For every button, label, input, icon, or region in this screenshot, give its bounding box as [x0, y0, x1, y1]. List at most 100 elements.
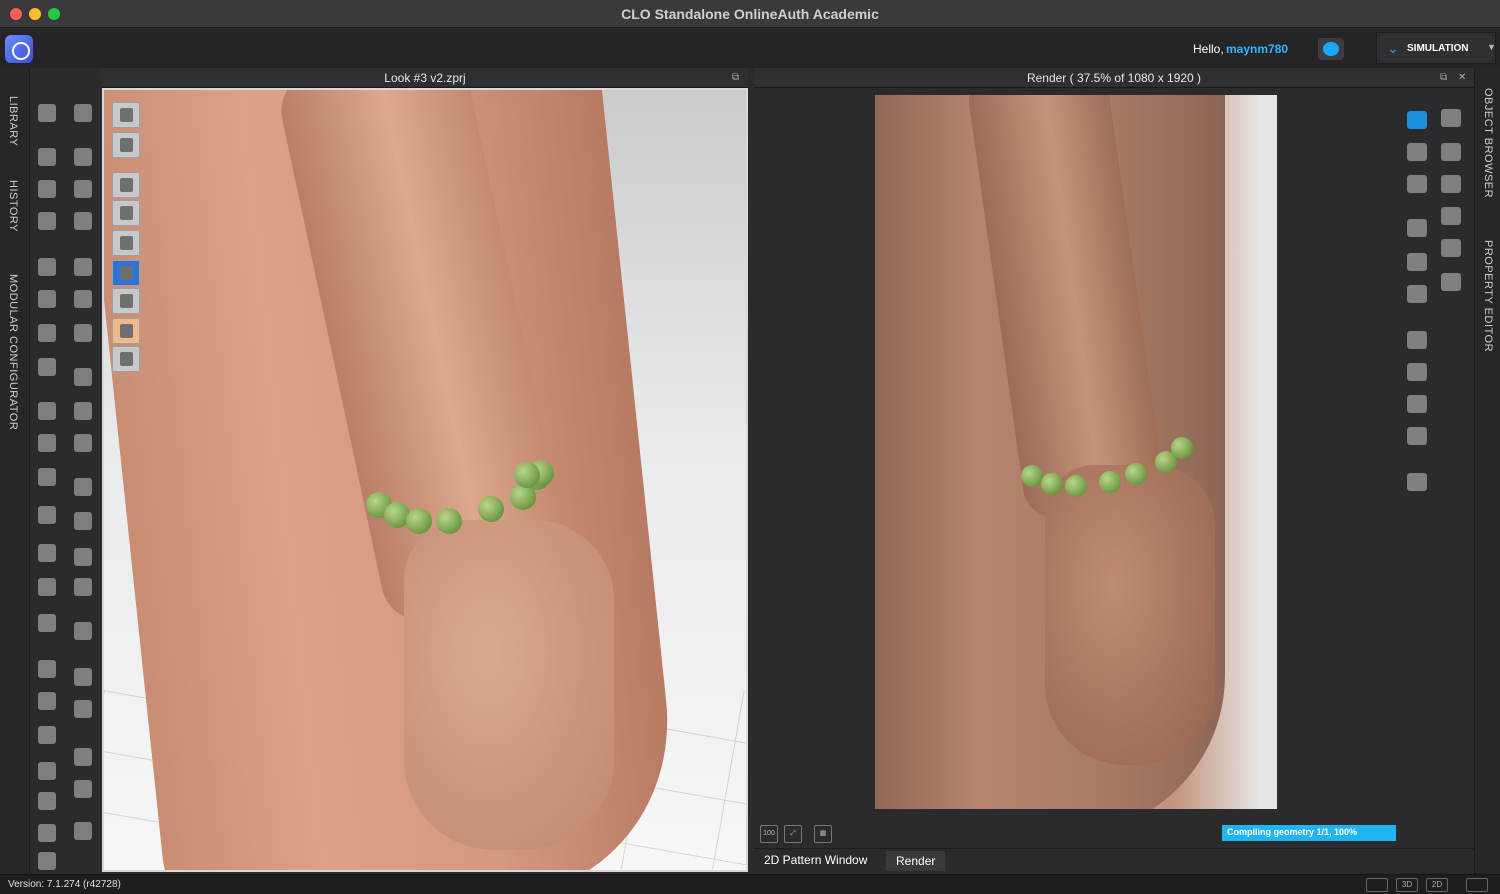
patch-icon[interactable] — [70, 320, 96, 346]
bracelet-bead — [1125, 463, 1147, 485]
select-mesh-icon[interactable] — [70, 144, 96, 170]
render-style-icon[interactable] — [112, 260, 140, 286]
avatar-pose-icon[interactable] — [70, 100, 96, 126]
simulation-down-icon[interactable] — [34, 100, 60, 126]
shade-icon[interactable] — [70, 776, 96, 802]
garment-pin-icon[interactable] — [34, 354, 60, 380]
stretch-icon[interactable] — [70, 254, 96, 280]
dropdown-caret-icon[interactable]: ▼ — [1487, 42, 1496, 52]
gradient-icon[interactable] — [70, 696, 96, 722]
add-garment-icon[interactable] — [34, 320, 60, 346]
bracelet-bead — [1041, 473, 1063, 495]
jacket-icon[interactable] — [34, 688, 60, 714]
popout-icon[interactable]: ⧉ — [1440, 72, 1447, 83]
copy-render-icon[interactable] — [1402, 214, 1432, 242]
bottom-tab-row: 2D Pattern Window Render — [754, 848, 1474, 872]
object-browser-tab[interactable]: OBJECT BROWSER — [1482, 88, 1494, 198]
render-video-icon[interactable] — [1402, 138, 1432, 166]
zipper-icon[interactable] — [70, 618, 96, 644]
show-avatar-icon[interactable] — [112, 102, 140, 128]
3d-view-button[interactable]: 3D — [1396, 878, 1418, 892]
render-stop-icon[interactable] — [1402, 170, 1432, 198]
simulation-mode-dropdown[interactable]: ⌄ SIMULATION ▼ — [1376, 32, 1496, 64]
garment-icon[interactable] — [34, 254, 60, 280]
camera-settings-icon[interactable] — [1402, 358, 1432, 386]
select-box-icon[interactable] — [34, 208, 60, 234]
button-select-icon[interactable] — [70, 474, 96, 500]
show-garment-icon[interactable] — [112, 132, 140, 158]
username-link[interactable]: maynm780 — [1226, 42, 1288, 56]
rotate-icon[interactable] — [34, 464, 60, 490]
zoom-100-icon[interactable]: 100 — [760, 825, 778, 843]
tack-icon[interactable] — [70, 208, 96, 234]
collapse-3-icon[interactable] — [34, 820, 60, 846]
puckering-icon[interactable] — [70, 664, 96, 690]
straight-line-icon[interactable] — [70, 544, 96, 570]
garment-fit-icon[interactable] — [34, 610, 60, 636]
line-tool-icon[interactable] — [34, 540, 60, 566]
progress-label: Compiling geometry 1/1, 100% — [1227, 827, 1358, 837]
transform-pattern-icon[interactable] — [34, 176, 60, 202]
button-icon[interactable] — [70, 508, 96, 534]
render-toolbar — [1396, 88, 1474, 848]
pattern-fill-icon[interactable] — [70, 744, 96, 770]
tab-render[interactable]: Render — [886, 851, 946, 871]
colorway-icon[interactable] — [112, 200, 140, 226]
shirt-icon[interactable] — [34, 722, 60, 748]
camera-capture-icon[interactable] — [1402, 248, 1432, 276]
split-view-button[interactable] — [1366, 878, 1388, 892]
window-title: CLO Standalone OnlineAuth Academic — [621, 6, 879, 22]
dome-light-icon[interactable] — [1436, 268, 1466, 296]
viewport-3d[interactable] — [102, 88, 748, 872]
sewing-machine-icon[interactable] — [34, 398, 60, 424]
texture-icon[interactable] — [70, 430, 96, 456]
tab-2d-pattern-window[interactable]: 2D Pattern Window — [764, 853, 867, 867]
bracelet-bead — [1021, 465, 1043, 487]
property-editor-tab[interactable]: PROPERTY EDITOR — [1482, 240, 1494, 352]
sync-view-button[interactable] — [1466, 878, 1488, 892]
collapse-icon[interactable] — [34, 758, 60, 784]
sewing-icon[interactable] — [34, 502, 60, 528]
fold-icon[interactable] — [70, 364, 96, 390]
light-settings-icon[interactable] — [1402, 390, 1432, 418]
clo-cloud-button[interactable] — [1318, 38, 1344, 60]
collapse-2-icon[interactable] — [34, 788, 60, 814]
trim-icon[interactable] — [70, 398, 96, 424]
split-icon[interactable] — [70, 818, 96, 844]
bracelet-bead — [436, 508, 462, 534]
history-tab[interactable]: HISTORY — [7, 180, 19, 232]
spot-light-icon[interactable] — [1436, 202, 1466, 230]
export-icon[interactable] — [34, 656, 60, 682]
2d-view-button[interactable]: 2D — [1426, 878, 1448, 892]
image-settings-icon[interactable] — [1402, 326, 1432, 354]
fold-arrangement-icon[interactable] — [70, 176, 96, 202]
texture-view-icon[interactable] — [112, 288, 140, 314]
fit-to-window-icon[interactable]: ⤢ — [784, 825, 802, 843]
library-tab[interactable]: LIBRARY — [7, 96, 19, 146]
viewport-3d-header: Look #3 v2.zprj ⧉ — [102, 68, 748, 88]
render-export-icon[interactable] — [1402, 468, 1432, 496]
collapse-4-icon[interactable] — [34, 848, 60, 874]
light-direction-icon[interactable] — [1436, 170, 1466, 198]
video-settings-icon[interactable] — [1402, 422, 1432, 450]
grid-icon[interactable]: ▦ — [814, 825, 832, 843]
image-gallery-icon[interactable] — [1402, 280, 1432, 308]
shirt-outline-icon[interactable] — [34, 286, 60, 312]
export-down-icon[interactable] — [1436, 104, 1466, 132]
close-icon[interactable]: ✕ — [1458, 72, 1466, 83]
lock-button-icon[interactable] — [70, 574, 96, 600]
brush-icon[interactable] — [34, 574, 60, 600]
avatar-icon[interactable] — [112, 318, 140, 344]
environment-sphere-icon[interactable] — [1436, 138, 1466, 166]
popout-icon[interactable]: ⧉ — [732, 72, 739, 83]
cut-icon[interactable] — [70, 286, 96, 312]
cylinder-light-icon[interactable] — [1436, 234, 1466, 262]
environment-globe-icon[interactable] — [112, 346, 140, 372]
render-refresh-icon[interactable] — [1402, 106, 1432, 134]
garment-visibility-icon[interactable] — [112, 172, 140, 198]
show-avatar-visible-icon[interactable] — [112, 230, 140, 256]
select-move-icon[interactable] — [34, 144, 60, 170]
measure-icon[interactable] — [34, 430, 60, 456]
modular-configurator-tab[interactable]: MODULAR CONFIGURATOR — [7, 274, 19, 430]
clo-logo-icon[interactable] — [5, 35, 33, 63]
